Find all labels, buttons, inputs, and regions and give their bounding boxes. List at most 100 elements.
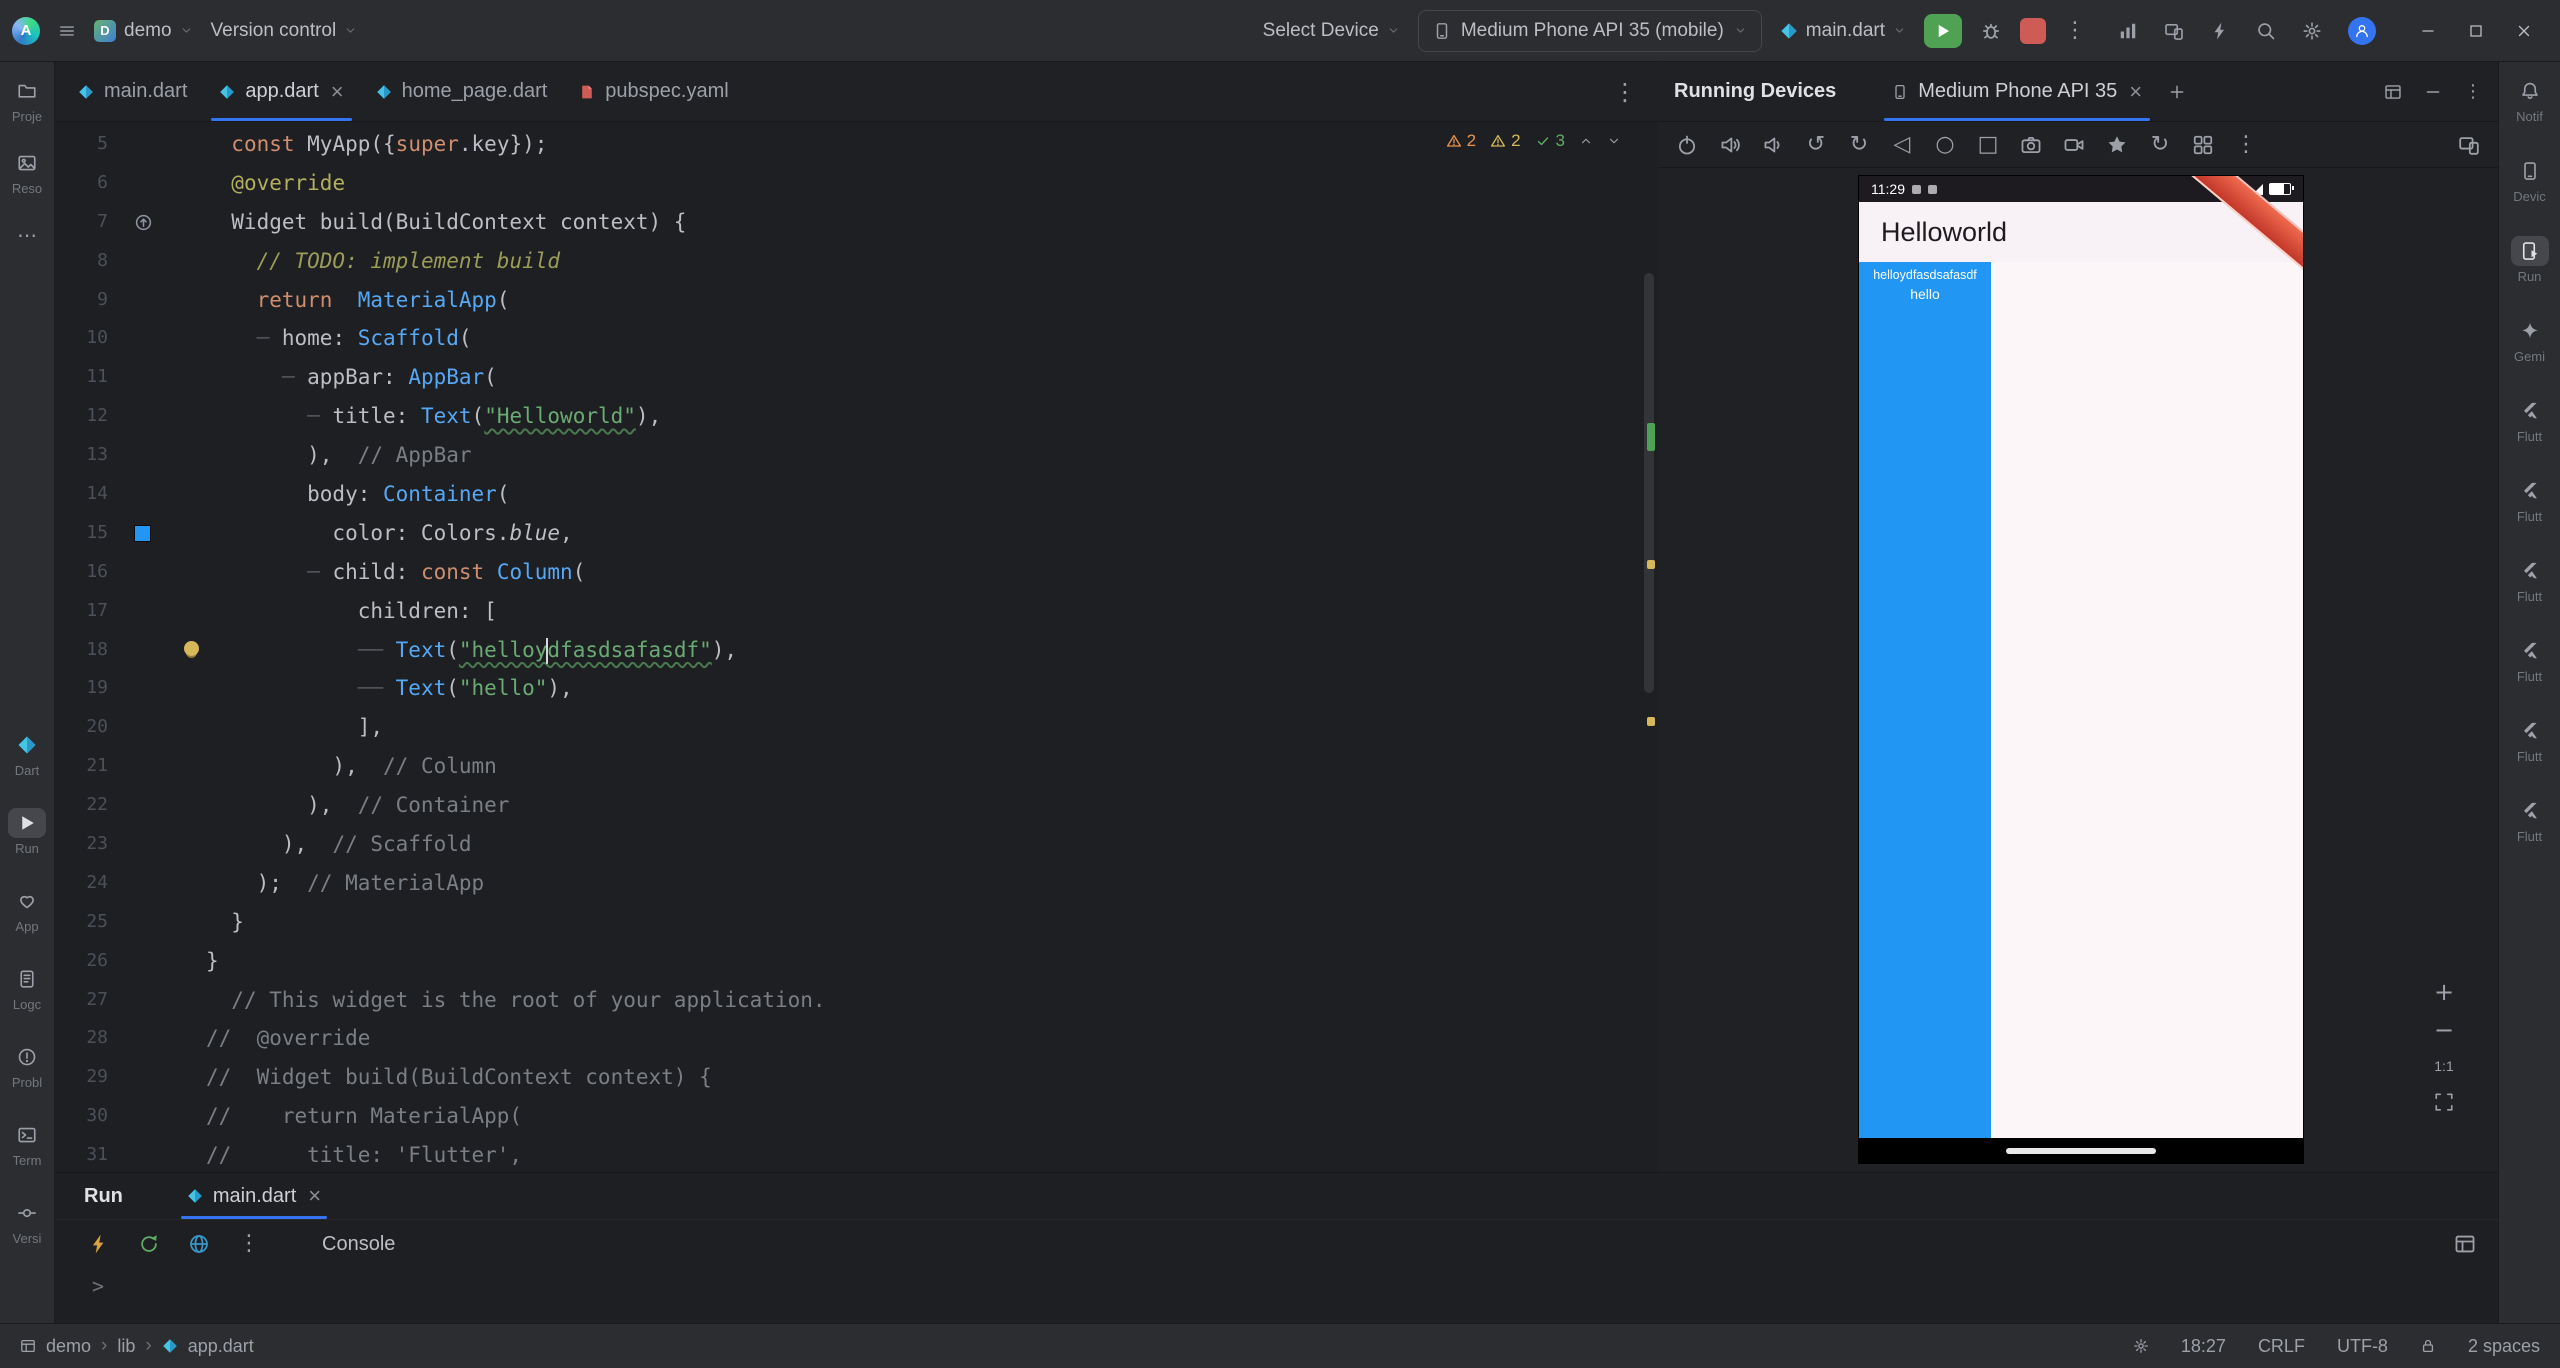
tab-options-icon[interactable]: ⋮: [1613, 80, 1657, 104]
code-text[interactable]: // title: 'Flutter',: [206, 1136, 1657, 1172]
code-text[interactable]: body: Container(: [206, 475, 1657, 514]
tool-window-problems[interactable]: Probl: [8, 1042, 46, 1090]
code-text[interactable]: ), // Column: [206, 747, 1657, 786]
zoom-in-button[interactable]: +: [2434, 980, 2454, 1004]
line-number[interactable]: 29: [56, 1058, 122, 1097]
panel-layout-icon[interactable]: [2454, 1233, 2476, 1255]
tool-window-flutter-tool-2[interactable]: Flutt: [2511, 796, 2549, 844]
read-only-lock-icon[interactable]: [2420, 1338, 2436, 1354]
tool-window-version-control[interactable]: Versi: [8, 1198, 46, 1246]
run-config-dropdown[interactable]: main.dart: [1780, 20, 1906, 42]
code-text[interactable]: return MaterialApp(: [206, 281, 1657, 320]
tool-window-flutter-tool-1[interactable]: Flutt: [2511, 716, 2549, 764]
code-text[interactable]: @override: [206, 164, 1657, 203]
tool-window-running-devices[interactable]: Run: [2510, 236, 2549, 284]
line-number[interactable]: 19: [56, 669, 122, 708]
color-swatch-icon[interactable]: [134, 524, 151, 542]
line-number[interactable]: 11: [56, 358, 122, 397]
home-pill[interactable]: [2006, 1147, 2156, 1154]
snapshot-icon[interactable]: [2106, 134, 2128, 156]
tool-window-gemini[interactable]: Gemi: [2511, 316, 2549, 364]
code-text[interactable]: // return MaterialApp(: [206, 1097, 1657, 1136]
tool-window-project[interactable]: Proje: [8, 76, 46, 124]
volume-up-icon[interactable]: [1719, 134, 1741, 156]
line-number[interactable]: 7: [56, 203, 122, 242]
tool-window-terminal[interactable]: Term: [8, 1120, 46, 1168]
fit-to-window-icon[interactable]: [2434, 1092, 2454, 1112]
code-text[interactable]: // This widget is the root of your appli…: [206, 981, 1657, 1020]
close-button[interactable]: [2500, 0, 2548, 61]
back-icon[interactable]: ◁: [1891, 133, 1913, 156]
volume-down-icon[interactable]: [1762, 134, 1784, 156]
stop-button[interactable]: [2020, 17, 2046, 44]
tool-window-more-tool-windows[interactable]: ⋯: [8, 220, 46, 250]
rotate-left-icon[interactable]: ↺: [1805, 133, 1827, 156]
code-text[interactable]: ── Text("helloydfasdsafasdf"),: [206, 631, 1657, 670]
tool-window-resource-manager[interactable]: Reso: [8, 148, 46, 196]
line-number[interactable]: 16: [56, 553, 122, 592]
line-number[interactable]: 5: [56, 125, 122, 164]
more-tools-icon[interactable]: [2192, 134, 2214, 156]
apply-changes-icon[interactable]: [2210, 21, 2230, 41]
tool-window-switcher-icon[interactable]: [20, 1338, 36, 1354]
maximize-button[interactable]: [2452, 0, 2500, 61]
screenshot-icon[interactable]: [2020, 134, 2042, 156]
open-devtools-icon[interactable]: [188, 1233, 210, 1255]
close-icon[interactable]: ×: [2129, 80, 2142, 103]
statusbar-settings-icon[interactable]: [2133, 1338, 2149, 1354]
code-editor[interactable]: 223 5 const MyApp({super.key}); 6 @overri…: [56, 123, 1657, 1172]
breadcrumb-file[interactable]: app.dart: [188, 1336, 254, 1357]
tool-window-flutter-inspector[interactable]: Flutt: [2511, 476, 2549, 524]
rotate-right-icon[interactable]: ↻: [1848, 133, 1870, 156]
inspection-warn[interactable]: 2: [1446, 131, 1476, 151]
line-number[interactable]: 21: [56, 747, 122, 786]
tool-window-notifications[interactable]: Notif: [2511, 76, 2549, 124]
device-tab[interactable]: Medium Phone API 35 ×: [1878, 62, 2156, 121]
editor-scrollbar[interactable]: [1644, 273, 1654, 693]
line-number[interactable]: 14: [56, 475, 122, 514]
code-text[interactable]: ],: [206, 708, 1657, 747]
panel-options-icon[interactable]: ⋮: [2464, 82, 2482, 101]
editor-tab-home_page.dart[interactable]: home_page.dart: [360, 62, 564, 121]
code-text[interactable]: const MyApp({super.key});: [206, 125, 1657, 164]
code-text[interactable]: // @override: [206, 1019, 1657, 1058]
editor-tab-main.dart[interactable]: main.dart: [62, 62, 203, 121]
line-number[interactable]: 25: [56, 903, 122, 942]
cursor-position[interactable]: 18:27: [2181, 1336, 2226, 1357]
hot-reload-icon[interactable]: [88, 1233, 110, 1255]
tool-window-dart-analysis[interactable]: Dart: [8, 730, 46, 778]
power-icon[interactable]: [1676, 134, 1698, 156]
code-text[interactable]: }: [206, 903, 1657, 942]
code-text[interactable]: ), // Container: [206, 786, 1657, 825]
kebab-icon[interactable]: ⋮: [2235, 133, 2257, 156]
code-text[interactable]: ─ appBar: AppBar(: [206, 358, 1657, 397]
hide-panel-icon[interactable]: [2424, 83, 2442, 101]
line-separator[interactable]: CRLF: [2258, 1336, 2305, 1357]
line-number[interactable]: 9: [56, 281, 122, 320]
code-text[interactable]: ); // MaterialApp: [206, 864, 1657, 903]
line-number[interactable]: 26: [56, 942, 122, 981]
run-button[interactable]: [1924, 13, 1962, 48]
select-device-dropdown[interactable]: Select Device: [1263, 20, 1400, 42]
more-options-icon[interactable]: ⋮: [238, 1233, 260, 1255]
code-text[interactable]: ─ title: Text("Helloworld"),: [206, 397, 1657, 436]
run-tab-main-dart[interactable]: main.dart ×: [180, 1173, 328, 1219]
avatar[interactable]: [2348, 16, 2376, 45]
breadcrumb-folder[interactable]: lib: [117, 1336, 135, 1357]
screen-record-icon[interactable]: [2063, 134, 2085, 156]
tool-window-flutter-performance[interactable]: Flutt: [2511, 556, 2549, 604]
settings-icon[interactable]: [2302, 21, 2322, 41]
add-device-tab-button[interactable]: [2168, 83, 2186, 101]
device-selector-dropdown[interactable]: Medium Phone API 35 (mobile): [1417, 9, 1762, 52]
zoom-out-button[interactable]: −: [2434, 1018, 2454, 1042]
more-actions-icon[interactable]: ⋮: [2064, 19, 2086, 42]
zoom-reset-button[interactable]: 1:1: [2434, 1058, 2453, 1074]
lightbulb-icon[interactable]: [184, 640, 199, 656]
code-text[interactable]: color: Colors.blue,: [206, 514, 1657, 553]
line-number[interactable]: 18: [56, 631, 122, 670]
line-number[interactable]: 17: [56, 592, 122, 631]
layout-options-icon[interactable]: [2384, 83, 2402, 101]
minimize-button[interactable]: [2404, 0, 2452, 61]
code-text[interactable]: ─ child: const Column(: [206, 553, 1657, 592]
editor-tab-pubspec.yaml[interactable]: pubspec.yaml: [563, 62, 744, 121]
